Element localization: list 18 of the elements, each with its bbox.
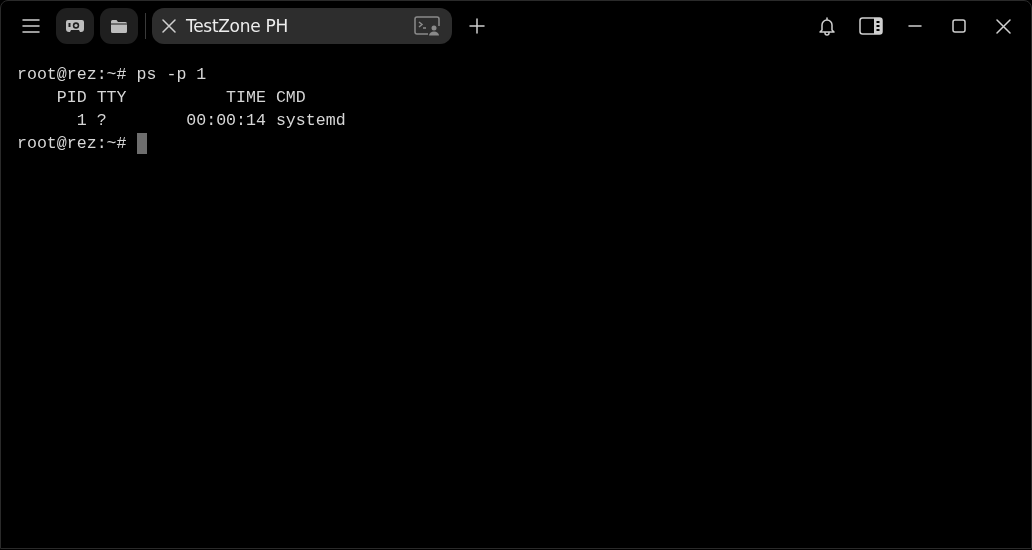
shell-prompt: root@rez:~# [17,133,127,155]
shell-prompt: root@rez:~# [17,64,127,86]
terminal-user-icon [414,16,440,36]
files-button[interactable] [100,8,138,44]
close-icon [995,18,1011,34]
folder-icon [111,19,127,33]
bell-icon [819,16,835,36]
output-line: PID TTY TIME CMD [55,87,306,109]
close-tab-icon[interactable] [162,19,176,33]
plus-icon [469,18,485,34]
output-line: 1 ? 00:00:14 systemd [75,110,346,132]
side-panel-icon [859,17,883,35]
command-text: ps -p 1 [136,64,207,86]
ai-button[interactable] [56,8,94,44]
maximize-icon [952,19,966,33]
menu-icon [22,19,40,33]
minimize-icon [908,25,922,27]
terminal-tab[interactable]: TestZone PH [152,8,452,44]
